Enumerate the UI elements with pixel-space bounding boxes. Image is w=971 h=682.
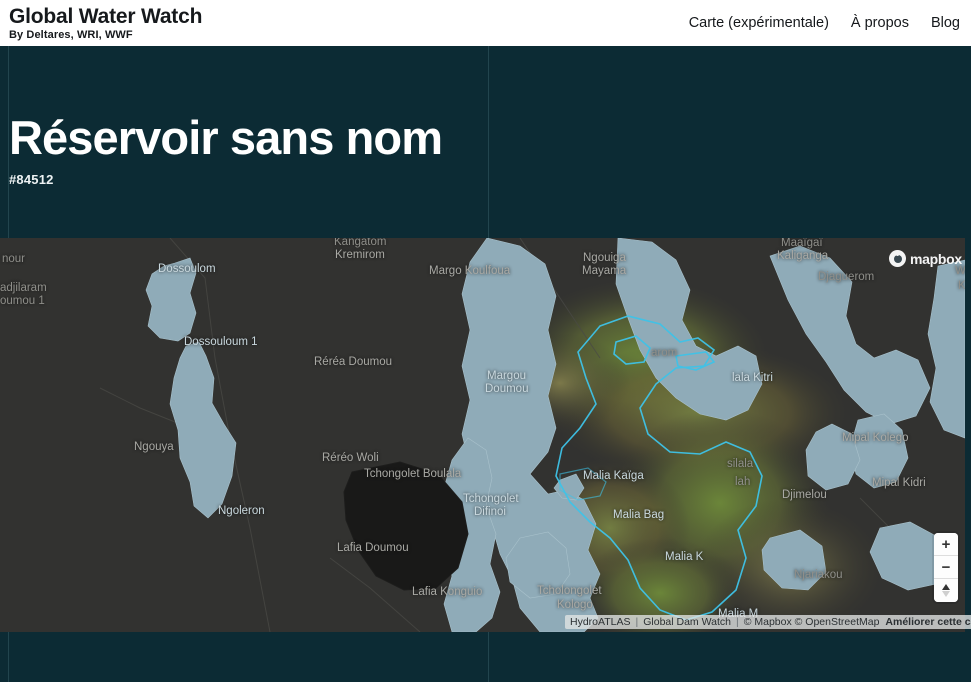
main-nav: Carte (expérimentale) À propos Blog: [689, 15, 971, 31]
nav-link-a-propos[interactable]: À propos: [851, 15, 909, 31]
attrib-hydroatlas[interactable]: HydroATLAS: [570, 616, 631, 628]
mapbox-mark-icon: [889, 250, 906, 267]
brand-title: Global Water Watch: [9, 4, 203, 28]
brand[interactable]: Global Water Watch By Deltares, WRI, WWF: [0, 6, 202, 41]
mapbox-wordmark: mapbox: [910, 250, 962, 267]
map-container[interactable]: nour adjilaram oumou 1 Dossoulom Dossouloum …: [0, 238, 965, 632]
reservoir-id: #84512: [9, 172, 54, 187]
map-attribution: HydroATLAS | Global Dam Watch | © Mapbox…: [565, 615, 971, 629]
grid-line: [488, 632, 489, 682]
improve-map-link[interactable]: Améliorer cette carte: [879, 616, 971, 628]
zoom-in-button[interactable]: +: [934, 533, 958, 556]
hero-banner: Réservoir sans nom #84512: [0, 46, 971, 238]
map-vector-layer: [0, 238, 965, 632]
hero-text-block: Réservoir sans nom #84512: [9, 111, 443, 187]
mapbox-logo[interactable]: mapbox: [889, 250, 962, 267]
attrib-separator: |: [635, 616, 639, 628]
grid-line: [8, 632, 9, 682]
map-controls: + −: [934, 533, 958, 602]
nav-link-blog[interactable]: Blog: [931, 15, 960, 31]
site-header: Global Water Watch By Deltares, WRI, WWF…: [0, 0, 971, 46]
compass-icon: [942, 584, 950, 597]
attrib-mapbox-osm[interactable]: © Mapbox © OpenStreetMap: [744, 616, 880, 628]
page-footer-band: [0, 632, 971, 682]
map-canvas[interactable]: nour adjilaram oumou 1 Dossoulom Dossouloum …: [0, 238, 965, 632]
compass-button[interactable]: [934, 579, 958, 602]
attrib-separator: |: [735, 616, 739, 628]
brand-subtitle: By Deltares, WRI, WWF: [9, 28, 133, 41]
attrib-global-dam-watch[interactable]: Global Dam Watch: [643, 616, 731, 628]
plus-icon: +: [941, 535, 951, 553]
page-title: Réservoir sans nom: [9, 111, 443, 164]
grid-line: [488, 46, 489, 238]
zoom-out-button[interactable]: −: [934, 556, 958, 579]
nav-link-carte[interactable]: Carte (expérimentale): [689, 15, 829, 31]
minus-icon: −: [941, 558, 951, 576]
page-root: Global Water Watch By Deltares, WRI, WWF…: [0, 0, 971, 682]
